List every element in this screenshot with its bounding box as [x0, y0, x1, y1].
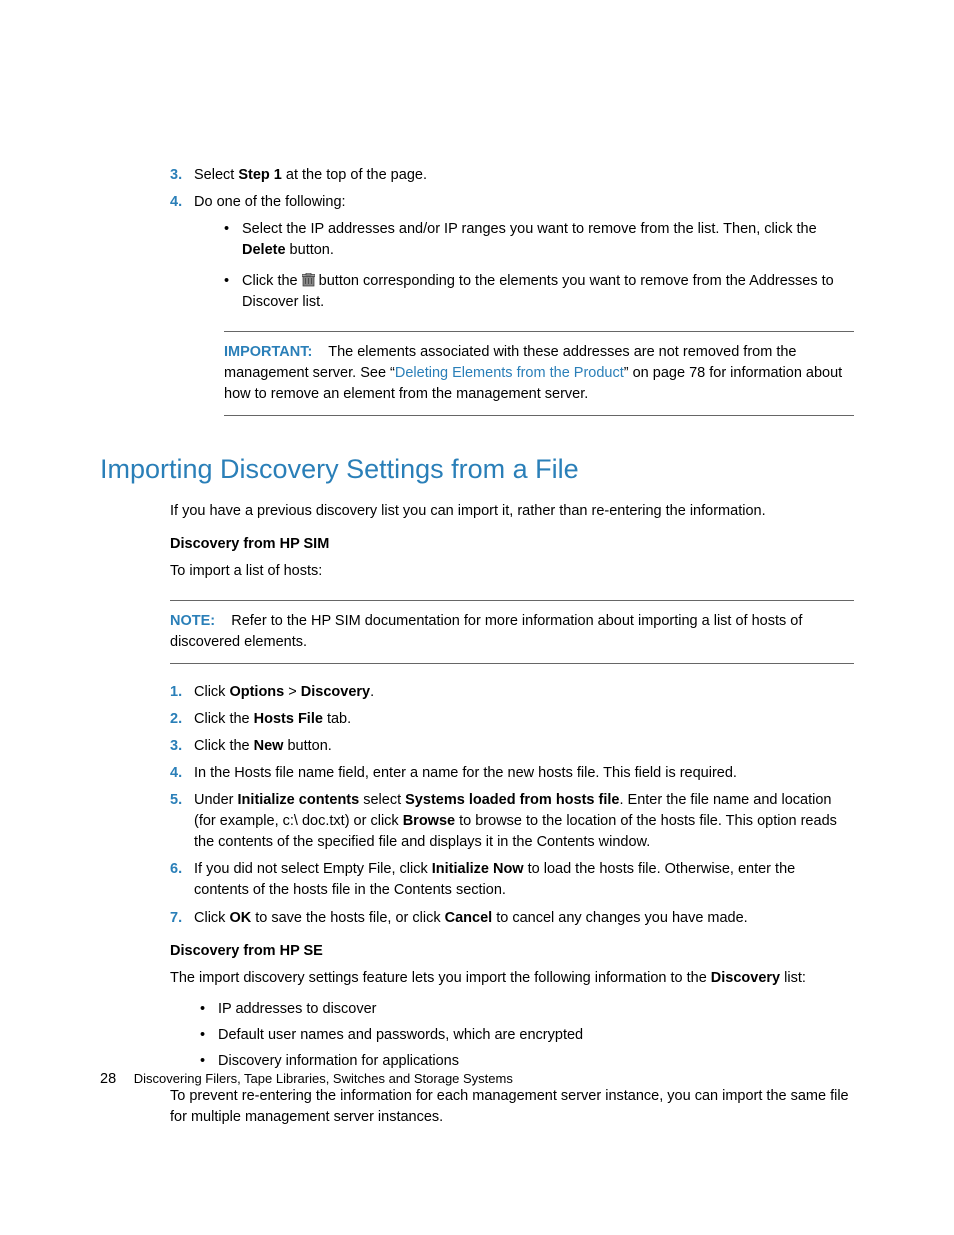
section-intro: If you have a previous discovery list yo…: [170, 501, 854, 522]
se-intro: The import discovery settings feature le…: [170, 968, 854, 989]
list-item-3: 3. Select Step 1 at the top of the page.: [170, 165, 854, 186]
page-footer: 28 Discovering Filers, Tape Libraries, S…: [100, 1071, 513, 1087]
note-callout: NOTE: Refer to the HP SIM documentation …: [170, 600, 854, 664]
list-number: 4.: [170, 192, 194, 422]
list-item-4: 4. Do one of the following: • Select the…: [170, 192, 854, 422]
step-3: 3. Click the New button.: [170, 736, 854, 757]
important-callout: IMPORTANT: The elements associated with …: [224, 331, 854, 416]
important-label: IMPORTANT:: [224, 344, 312, 360]
deleting-elements-link[interactable]: Deleting Elements from the Product: [395, 365, 624, 381]
sub-bullet-1: • Select the IP addresses and/or IP rang…: [224, 219, 854, 261]
sim-intro: To import a list of hosts:: [170, 561, 854, 582]
steps-list: 1. Click Options > Discovery. 2. Click t…: [170, 682, 854, 928]
sub-bullet-list: • Select the IP addresses and/or IP rang…: [194, 219, 854, 313]
bullet-icon: •: [200, 999, 218, 1020]
se-bullet-3: •Discovery information for applications: [200, 1051, 854, 1072]
bullet-icon: •: [224, 219, 242, 261]
step-6: 6. If you did not select Empty File, cli…: [170, 859, 854, 901]
chapter-title: Discovering Filers, Tape Libraries, Swit…: [134, 1071, 513, 1086]
se-outro: To prevent re-entering the information f…: [170, 1086, 854, 1128]
se-subheading: Discovery from HP SE: [170, 941, 854, 962]
trash-icon: [302, 273, 315, 289]
se-bullet-list: •IP addresses to discover •Default user …: [170, 999, 854, 1072]
bullet-icon: •: [200, 1025, 218, 1046]
bullet-icon: •: [224, 271, 242, 313]
list-text: Do one of the following:: [194, 194, 346, 210]
sub-bullet-2: • Click the button corresponding to the …: [224, 271, 854, 313]
step-2: 2. Click the Hosts File tab.: [170, 709, 854, 730]
note-text: Refer to the HP SIM documentation for mo…: [170, 613, 802, 650]
list-text: Select Step 1 at the top of the page.: [194, 165, 854, 186]
step-1: 1. Click Options > Discovery.: [170, 682, 854, 703]
list-number: 3.: [170, 165, 194, 186]
page-number: 28: [100, 1071, 116, 1087]
note-label: NOTE:: [170, 613, 215, 629]
se-bullet-1: •IP addresses to discover: [200, 999, 854, 1020]
numbered-list-top: 3. Select Step 1 at the top of the page.…: [170, 165, 854, 422]
sim-subheading: Discovery from HP SIM: [170, 534, 854, 555]
bullet-icon: •: [200, 1051, 218, 1072]
section-heading-importing: Importing Discovery Settings from a File: [100, 450, 854, 489]
step-7: 7. Click OK to save the hosts file, or c…: [170, 908, 854, 929]
step-5: 5. Under Initialize contents select Syst…: [170, 790, 854, 853]
se-bullet-2: •Default user names and passwords, which…: [200, 1025, 854, 1046]
step-4: 4. In the Hosts file name field, enter a…: [170, 763, 854, 784]
